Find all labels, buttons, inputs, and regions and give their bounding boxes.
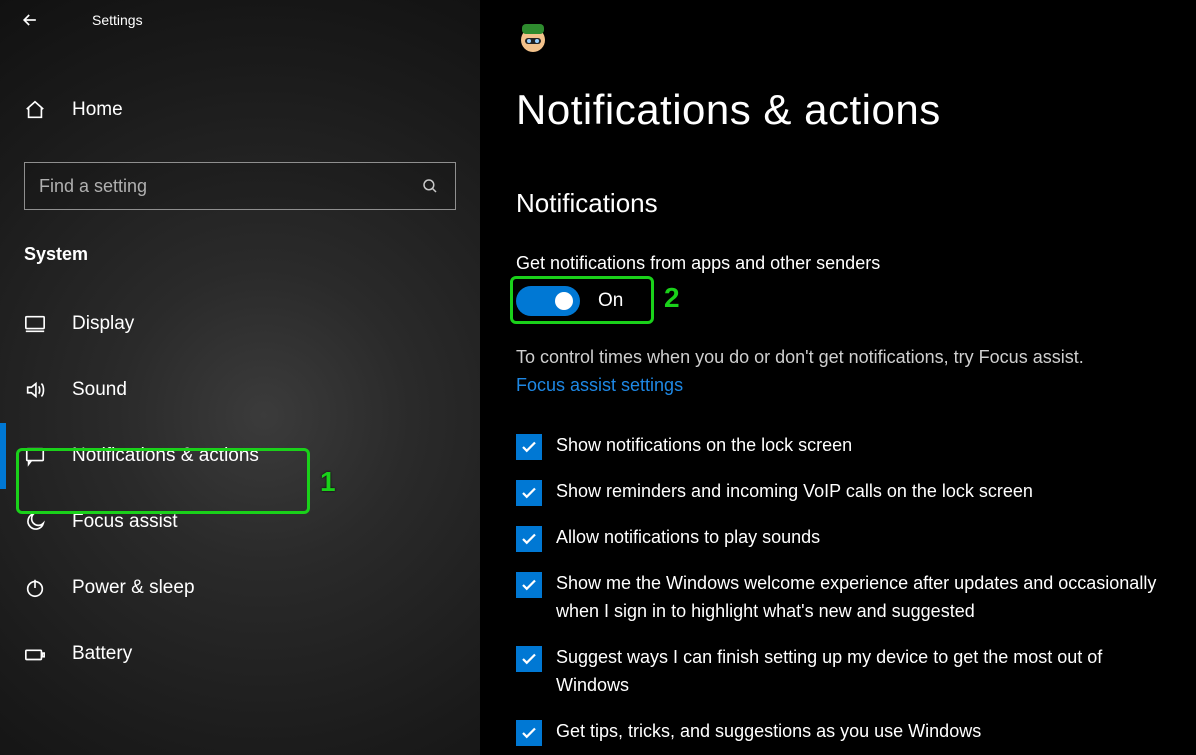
- search-icon: [419, 177, 441, 195]
- sidebar-item-label: Focus assist: [72, 511, 178, 533]
- check-show-reminders-voip[interactable]: Show reminders and incoming VoIP calls o…: [516, 478, 1184, 506]
- sidebar-item-label: Sound: [72, 379, 127, 401]
- check-suggest-setup[interactable]: Suggest ways I can finish setting up my …: [516, 644, 1184, 700]
- main-content: Notifications & actions Notifications Ge…: [480, 0, 1196, 755]
- checkbox-icon: [516, 480, 542, 506]
- monitor-icon: [24, 313, 50, 335]
- get-notifications-label: Get notifications from apps and other se…: [516, 253, 1184, 274]
- home-icon: [24, 99, 50, 121]
- check-label: Show notifications on the lock screen: [556, 432, 852, 460]
- sidebar-item-sound[interactable]: Sound: [0, 357, 480, 423]
- checkbox-icon: [516, 720, 542, 746]
- checkbox-icon: [516, 646, 542, 672]
- checkbox-list: Show notifications on the lock screen Sh…: [516, 432, 1184, 746]
- toggle-row: On 2: [516, 286, 1184, 316]
- notifications-toggle[interactable]: [516, 286, 580, 316]
- check-label: Suggest ways I can finish setting up my …: [556, 644, 1176, 700]
- toggle-state-label: On: [598, 290, 623, 312]
- checkbox-icon: [516, 526, 542, 552]
- sidebar-item-focus-assist[interactable]: Focus assist: [0, 489, 480, 555]
- notification-icon: [24, 445, 50, 467]
- home-label: Home: [72, 99, 123, 121]
- check-play-sounds[interactable]: Allow notifications to play sounds: [516, 524, 1184, 552]
- toggle-knob: [555, 292, 573, 310]
- check-label: Show reminders and incoming VoIP calls o…: [556, 478, 1033, 506]
- check-welcome-experience[interactable]: Show me the Windows welcome experience a…: [516, 570, 1184, 626]
- sidebar-home[interactable]: Home: [0, 84, 480, 136]
- check-label: Show me the Windows welcome experience a…: [556, 570, 1176, 626]
- check-label: Allow notifications to play sounds: [556, 524, 820, 552]
- sidebar-item-display[interactable]: Display: [0, 291, 480, 357]
- checkbox-icon: [516, 572, 542, 598]
- app-icon: [516, 18, 550, 58]
- sidebar-item-label: Notifications & actions: [72, 445, 259, 467]
- battery-icon: [24, 643, 50, 665]
- sidebar-item-power-sleep[interactable]: Power & sleep: [0, 555, 480, 621]
- sidebar-item-label: Battery: [72, 643, 132, 665]
- page-title: Notifications & actions: [516, 86, 1184, 134]
- moon-icon: [24, 511, 50, 533]
- power-icon: [24, 577, 50, 599]
- annotation-number-2: 2: [664, 282, 680, 314]
- back-button[interactable]: [6, 0, 54, 40]
- focus-assist-link[interactable]: Focus assist settings: [516, 375, 683, 396]
- settings-app: Settings Home System: [0, 0, 1196, 755]
- check-tips-tricks[interactable]: Get tips, tricks, and suggestions as you…: [516, 718, 1184, 746]
- titlebar: Settings: [0, 0, 480, 40]
- section-label: System: [24, 244, 480, 265]
- back-arrow-icon: [20, 10, 40, 30]
- sidebar: Settings Home System: [0, 0, 480, 755]
- search-wrap: [24, 162, 456, 210]
- sidebar-item-battery[interactable]: Battery: [0, 621, 480, 687]
- sound-icon: [24, 379, 50, 401]
- window-title: Settings: [92, 12, 143, 28]
- sidebar-item-label: Display: [72, 313, 134, 335]
- check-show-lock-screen[interactable]: Show notifications on the lock screen: [516, 432, 1184, 460]
- checkbox-icon: [516, 434, 542, 460]
- notifications-subheading: Notifications: [516, 188, 1184, 219]
- sidebar-item-notifications[interactable]: Notifications & actions: [0, 423, 480, 489]
- focus-assist-desc: To control times when you do or don't ge…: [516, 344, 1184, 371]
- search-box[interactable]: [24, 162, 456, 210]
- search-input[interactable]: [39, 176, 419, 197]
- sidebar-item-label: Power & sleep: [72, 577, 195, 599]
- check-label: Get tips, tricks, and suggestions as you…: [556, 718, 981, 746]
